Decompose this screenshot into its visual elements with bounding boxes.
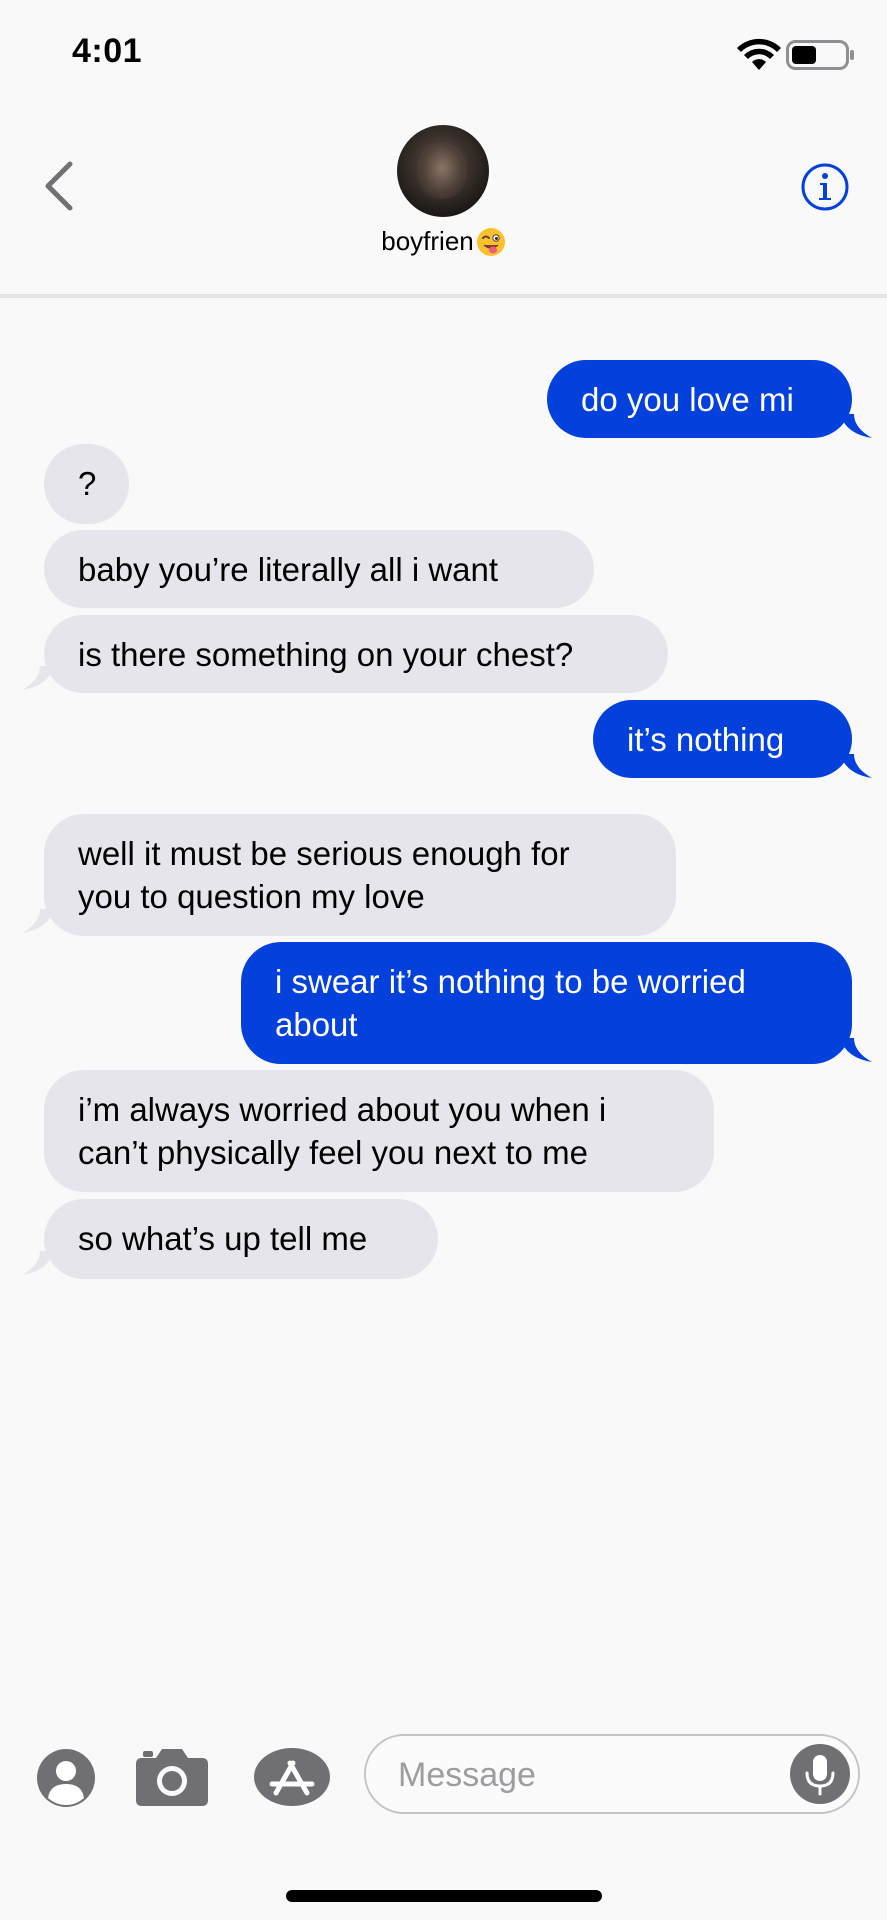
message-input[interactable] (396, 1750, 780, 1800)
conversation-header: boyfrien (0, 100, 887, 298)
message-bubble-received[interactable]: so what’s up tell me (44, 1199, 438, 1279)
chevron-left-icon[interactable] (38, 156, 82, 216)
message-bubble-sent[interactable]: it’s nothing (593, 700, 852, 778)
home-indicator[interactable] (286, 1890, 602, 1902)
bubble-tail (840, 1038, 872, 1062)
bubble-tail (22, 666, 54, 690)
contact-name: boyfrien (381, 226, 474, 256)
app-store-icon[interactable] (252, 1746, 332, 1808)
wifi-icon (737, 38, 781, 70)
message-bubble-received[interactable]: i’m always worried about you when i can’… (44, 1070, 714, 1192)
bubble-tail (840, 754, 872, 778)
message-field[interactable] (364, 1734, 860, 1814)
contact-name-row[interactable]: boyfrien (0, 226, 887, 257)
microphone-icon (805, 1755, 835, 1796)
messages-screen: 4:01 boyfrien do you love mi ? baby you’… (0, 0, 887, 1920)
avatar[interactable] (397, 125, 489, 217)
message-bubble-received[interactable]: well it must be serious enough for you t… (44, 814, 676, 936)
message-bubble-sent[interactable]: i swear it’s nothing to be worried about (241, 942, 852, 1064)
bubble-tail (22, 1251, 54, 1275)
message-bubble-received[interactable]: baby you’re literally all i want (44, 530, 594, 608)
avatar-photo (417, 143, 467, 199)
message-bubble-received[interactable]: is there something on your chest? (44, 615, 668, 693)
bubble-tail (22, 909, 54, 933)
info-icon[interactable] (800, 162, 850, 212)
bubble-tail (840, 414, 872, 438)
message-bubble-sent[interactable]: do you love mi (547, 360, 852, 438)
battery-icon (786, 40, 854, 70)
person-icon[interactable] (36, 1748, 96, 1808)
status-time: 4:01 (72, 32, 143, 70)
message-bubble-received[interactable]: ? (44, 444, 129, 524)
camera-icon[interactable] (134, 1746, 210, 1808)
winking-face-with-tongue-icon (476, 228, 505, 256)
microphone-button[interactable] (790, 1744, 850, 1804)
